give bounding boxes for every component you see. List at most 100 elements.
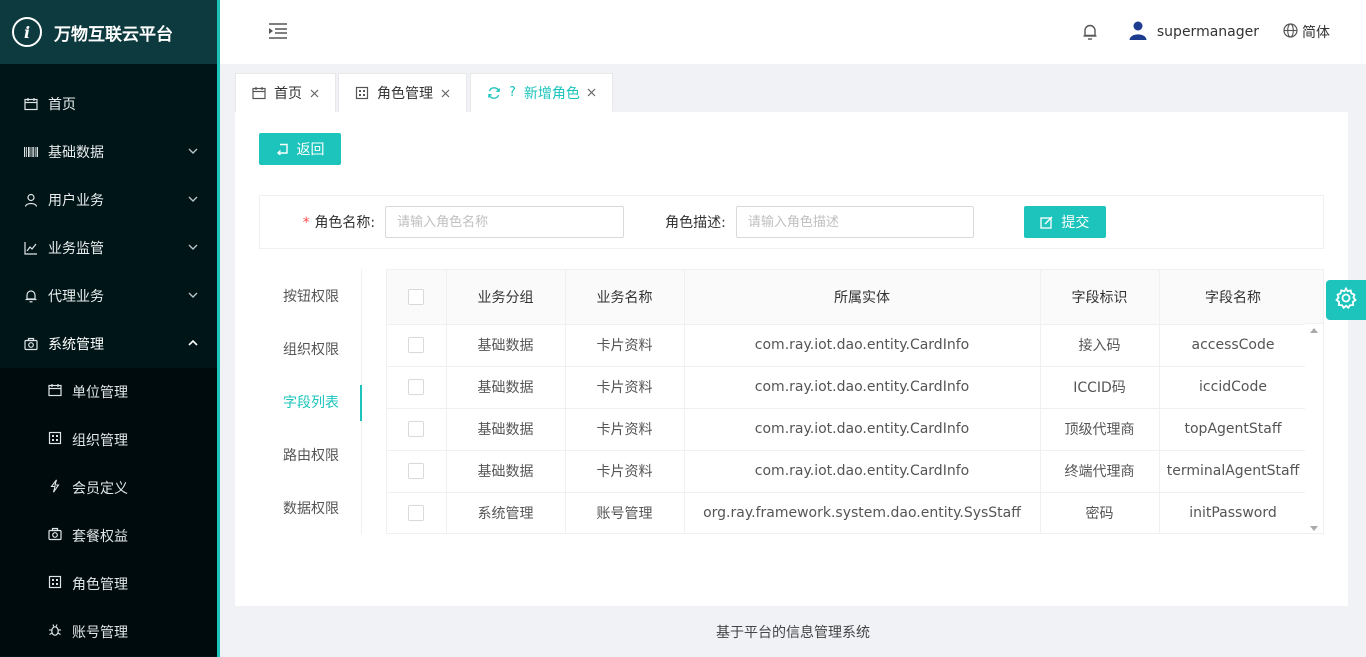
table-cell: iccidCode [1159, 366, 1308, 409]
tab-label: 首页 [274, 86, 302, 102]
table-cell: com.ray.iot.dao.entity.CardInfo [684, 408, 1041, 451]
row-checkbox[interactable] [408, 337, 425, 353]
row-checkbox[interactable] [408, 505, 425, 521]
back-button[interactable]: 返回 [259, 133, 341, 165]
submit-button[interactable]: 提交 [1023, 206, 1106, 238]
tab-label: 新增角色 [523, 85, 580, 102]
grid-icon [355, 86, 369, 100]
sidebar-subitem-member-definition[interactable]: 会员定义 [0, 464, 217, 512]
column-header: 所属实体 [684, 270, 1041, 325]
camera-icon [48, 527, 62, 545]
chevron-down-icon [187, 193, 199, 205]
table-header-row: 业务分组 业务名称 所属实体 字段标识 字段名称 [387, 270, 1308, 325]
line-chart-icon [24, 241, 38, 255]
sidebar-subitem-package-benefits[interactable]: 套餐权益 [0, 512, 217, 560]
row-checkbox[interactable] [408, 421, 425, 437]
footer: 基于平台的信息管理系统 [220, 606, 1366, 657]
scroll-down-icon[interactable] [1310, 526, 1318, 531]
tab-label: 角色管理 [377, 86, 433, 102]
sidebar-subitem-label: 账号管理 [72, 625, 128, 641]
role-desc-input[interactable] [735, 206, 974, 238]
gear-icon [1334, 286, 1358, 314]
row-select-cell [387, 450, 447, 493]
sidebar-subitem-label: 角色管理 [72, 577, 128, 593]
info-logo-icon: i [12, 17, 42, 47]
table-row[interactable]: 基础数据 卡片资料 com.ray.iot.dao.entity.CardInf… [387, 450, 1308, 493]
tab-add-role[interactable]: ? 新增角色 [470, 73, 613, 112]
globe-icon [1283, 22, 1298, 42]
user-menu[interactable]: supermanager [1128, 20, 1259, 44]
table-cell: 账号管理 [565, 492, 685, 533]
sidebar-subitem-account-management[interactable]: 账号管理 [0, 608, 217, 656]
edit-icon [1040, 216, 1053, 229]
sidebar-item-agent-business[interactable]: 代理业务 [0, 272, 217, 320]
row-checkbox[interactable] [408, 463, 425, 479]
back-button-label: 返回 [296, 142, 325, 158]
lightning-icon [48, 479, 62, 497]
notification-bell-icon[interactable] [1082, 23, 1098, 41]
table-row[interactable]: 基础数据 卡片资料 com.ray.iot.dao.entity.CardInf… [387, 366, 1308, 409]
sidebar-item-user-business[interactable]: 用户业务 [0, 176, 217, 224]
scroll-up-icon[interactable] [1310, 328, 1318, 333]
table-cell: org.ray.framework.system.dao.entity.SysS… [684, 492, 1041, 533]
sidebar-subitem-label: 会员定义 [72, 481, 128, 497]
table-cell: 卡片资料 [565, 366, 685, 409]
sidebar-item-basic-data[interactable]: 基础数据 [0, 128, 217, 176]
user-icon [24, 193, 38, 207]
reload-icon[interactable] [487, 86, 501, 100]
table-cell: ICCID码 [1040, 366, 1160, 409]
calendar-icon [252, 86, 266, 100]
row-checkbox[interactable] [408, 379, 425, 395]
settings-button[interactable] [1326, 280, 1366, 320]
user-avatar-icon [1128, 20, 1148, 44]
table-cell: 基础数据 [446, 324, 566, 367]
permission-tabs: 按钮权限 组织权限 字段列表 路由权限 数据权限 [259, 269, 362, 534]
top-header: supermanager 简体 [220, 0, 1366, 64]
close-icon[interactable] [308, 87, 320, 99]
sidebar-item-system-management[interactable]: 系统管理 [0, 320, 217, 368]
language-switcher[interactable]: 简体 [1283, 22, 1330, 42]
table-cell: terminalAgentStaff [1159, 450, 1308, 493]
table-scrollbar[interactable] [1305, 324, 1323, 533]
sidebar-item-home[interactable]: 首页 [0, 80, 217, 128]
menu-fold-icon[interactable] [268, 21, 288, 41]
row-select-cell [387, 492, 447, 533]
close-icon[interactable] [586, 87, 598, 99]
language-label: 简体 [1302, 25, 1330, 41]
tab-role-management[interactable]: 角色管理 [338, 73, 467, 112]
chevron-down-icon [187, 289, 199, 301]
grid-icon [48, 431, 62, 449]
sidebar-subitem-org-management[interactable]: 组织管理 [0, 416, 217, 464]
field-table: 业务分组 业务名称 所属实体 字段标识 字段名称 基础数据 卡片资料 com.r… [386, 269, 1324, 534]
table-header-filler [1305, 270, 1323, 324]
sidebar-subitem-role-management[interactable]: 角色管理 [0, 560, 217, 608]
tab-route-permission[interactable]: 路由权限 [259, 428, 361, 481]
role-name-input[interactable] [385, 206, 625, 238]
tab-home[interactable]: 首页 [235, 73, 336, 112]
close-icon[interactable] [439, 87, 451, 99]
tab-button-permission[interactable]: 按钮权限 [259, 269, 361, 322]
user-name: supermanager [1156, 24, 1259, 40]
submit-button-label: 提交 [1061, 215, 1090, 231]
table-row[interactable]: 系统管理 账号管理 org.ray.framework.system.dao.e… [387, 492, 1308, 533]
table-cell: 卡片资料 [565, 450, 685, 493]
sidebar-item-business-monitor[interactable]: 业务监管 [0, 224, 217, 272]
calendar-icon [48, 383, 62, 401]
row-select-cell [387, 324, 447, 367]
sidebar-item-label: 系统管理 [48, 337, 104, 353]
tab-org-permission[interactable]: 组织权限 [259, 322, 361, 375]
select-all-checkbox[interactable] [408, 288, 425, 305]
sidebar-subitem-unit-management[interactable]: 单位管理 [0, 368, 217, 416]
table-cell: initPassword [1159, 492, 1308, 533]
tab-field-list[interactable]: 字段列表 [259, 375, 362, 428]
table-cell: 卡片资料 [565, 408, 685, 451]
tab-data-permission[interactable]: 数据权限 [259, 481, 361, 534]
table-row[interactable]: 基础数据 卡片资料 com.ray.iot.dao.entity.CardInf… [387, 408, 1308, 451]
row-select-cell [387, 366, 447, 409]
app-logo[interactable]: i 万物互联云平台 [0, 0, 217, 64]
role-name-label: * 角色名称: [302, 215, 376, 231]
table-cell: com.ray.iot.dao.entity.CardInfo [684, 366, 1041, 409]
table-row[interactable]: 基础数据 卡片资料 com.ray.iot.dao.entity.CardInf… [387, 324, 1308, 367]
app-title: 万物互联云平台 [54, 24, 173, 45]
column-header: 字段标识 [1040, 270, 1160, 325]
